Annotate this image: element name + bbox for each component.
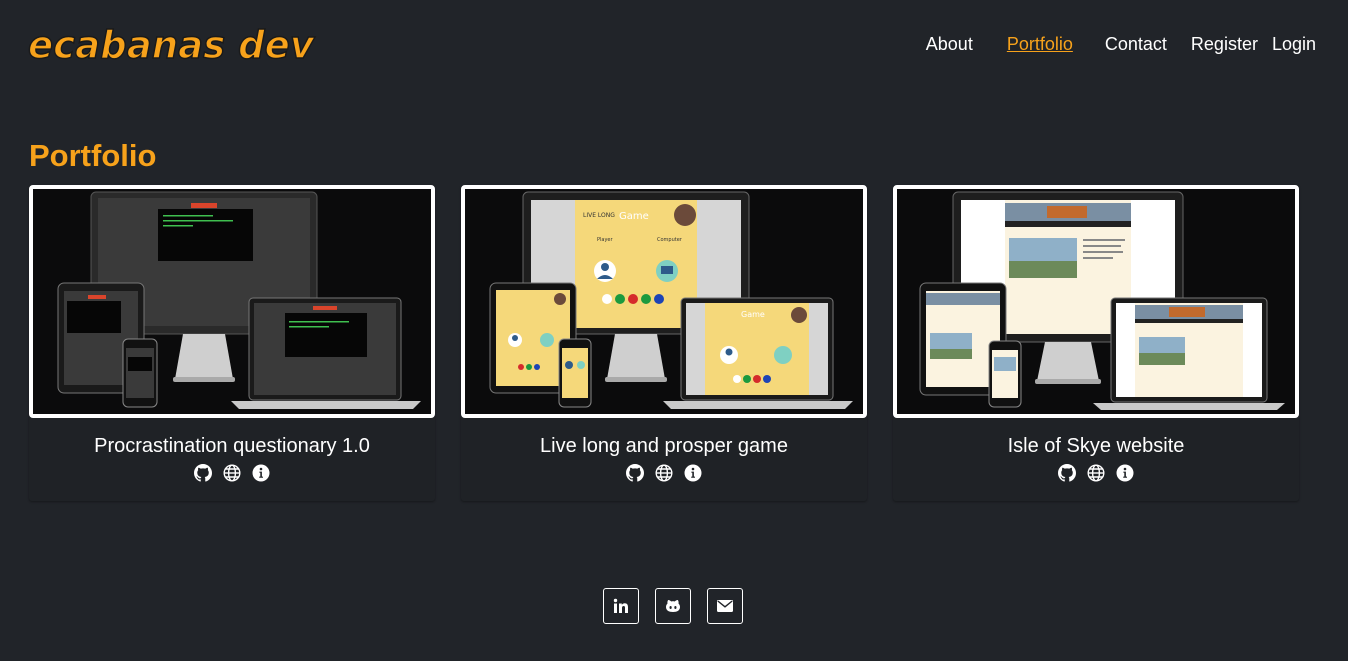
info-icon[interactable] (684, 464, 702, 482)
globe-icon[interactable] (223, 464, 241, 482)
github-icon[interactable] (626, 464, 644, 482)
project-title: Procrastination questionary 1.0 (94, 435, 370, 457)
nav-about[interactable]: About (926, 33, 973, 55)
github-icon[interactable] (194, 464, 212, 482)
project-thumbnail[interactable]: LIVE LONG Game Player Computer Game (461, 185, 867, 418)
svg-text:Game: Game (741, 310, 765, 319)
info-icon[interactable] (1116, 464, 1134, 482)
github-button[interactable] (655, 588, 691, 624)
nav-contact[interactable]: Contact (1105, 33, 1167, 55)
project-thumbnail[interactable] (893, 185, 1299, 418)
svg-text:Computer: Computer (657, 237, 683, 243)
github-icon (666, 600, 680, 612)
envelope-icon (717, 600, 733, 612)
social-links (603, 588, 743, 624)
svg-text:Game: Game (619, 211, 649, 222)
page-title: Portfolio (29, 138, 157, 173)
portfolio-grid: Procrastination questionary 1.0 LIVE LON… (29, 185, 1309, 503)
site-logo[interactable]: ecabanas dev (26, 20, 318, 68)
project-card: Procrastination questionary 1.0 (29, 185, 435, 501)
nav-login[interactable]: Login (1272, 33, 1316, 55)
info-icon[interactable] (252, 464, 270, 482)
project-card: LIVE LONG Game Player Computer Game Live… (461, 185, 867, 501)
project-card: Isle of Skye website (893, 185, 1299, 501)
project-links (893, 464, 1299, 482)
main-nav: About Portfolio Contact Register Login (926, 33, 1316, 55)
project-links (461, 464, 867, 482)
logo-text: ecabanas dev (28, 23, 315, 67)
project-title: Isle of Skye website (1007, 435, 1185, 457)
project-title: Live long and prosper game (540, 435, 788, 457)
svg-text:LIVE LONG: LIVE LONG (583, 212, 615, 219)
project-thumbnail[interactable] (29, 185, 435, 418)
linkedin-button[interactable] (603, 588, 639, 624)
project-links (29, 464, 435, 482)
svg-text:Player: Player (597, 237, 614, 243)
github-icon[interactable] (1058, 464, 1076, 482)
globe-icon[interactable] (655, 464, 673, 482)
nav-portfolio[interactable]: Portfolio (1007, 33, 1073, 55)
email-button[interactable] (707, 588, 743, 624)
globe-icon[interactable] (1087, 464, 1105, 482)
nav-register[interactable]: Register (1191, 33, 1258, 55)
linkedin-icon (613, 598, 628, 613)
page: ecabanas dev About Portfolio Contact Reg… (0, 0, 1348, 661)
